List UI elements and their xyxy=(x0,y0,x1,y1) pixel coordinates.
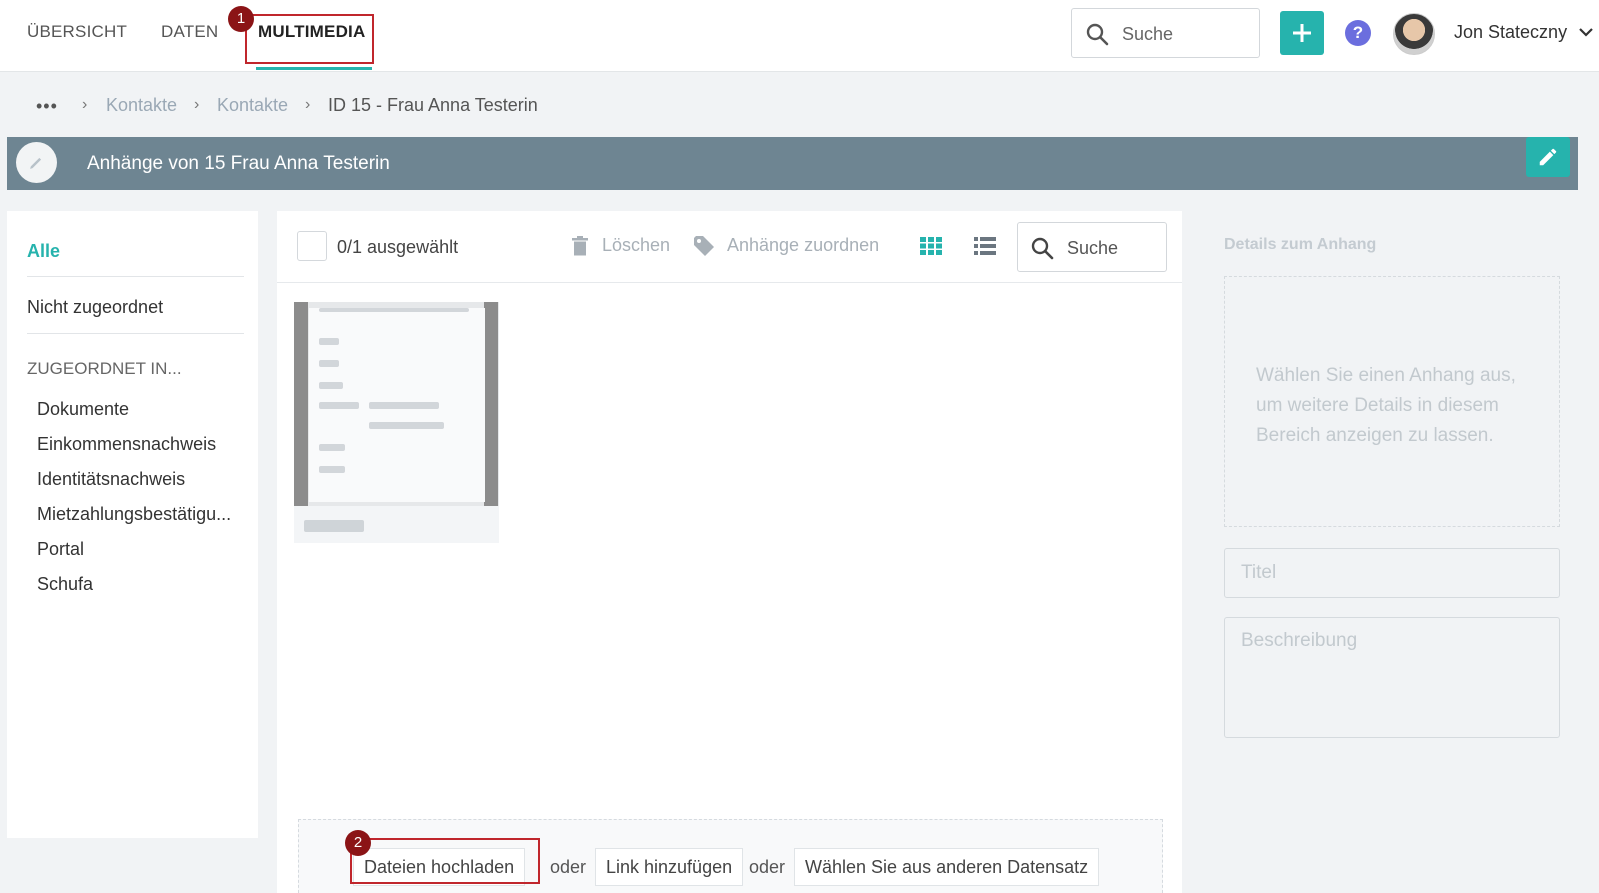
avatar[interactable] xyxy=(1393,13,1435,55)
list-view-icon[interactable] xyxy=(974,237,996,255)
blurred-text xyxy=(369,402,439,409)
preview-page xyxy=(309,308,485,502)
breadcrumb-item[interactable]: Kontakte xyxy=(106,95,177,116)
tab-uebersicht[interactable]: ÜBERSICHT xyxy=(27,22,127,42)
divider xyxy=(277,282,1182,283)
blurred-text xyxy=(369,422,444,429)
global-search-placeholder: Suche xyxy=(1122,24,1174,44)
pencil-icon xyxy=(1539,148,1557,166)
sidebar-item-category[interactable]: Mietzahlungsbestätigu... xyxy=(37,504,231,525)
preview-border xyxy=(484,302,498,506)
global-search-input[interactable]: Suche xyxy=(1071,8,1260,58)
trash-icon xyxy=(572,236,588,256)
record-header: Anhänge von 15 Frau Anna Testerin xyxy=(7,137,1578,190)
attachment-preview-image xyxy=(294,302,499,506)
sidebar-item-all[interactable]: Alle xyxy=(27,241,60,262)
sidebar-heading: ZUGEORDNET IN... xyxy=(27,359,182,378)
blurred-text xyxy=(319,402,359,409)
breadcrumb-separator-icon: › xyxy=(82,96,88,113)
attachment-thumbnail[interactable] xyxy=(294,302,499,543)
or-label: oder xyxy=(550,857,587,877)
title-field[interactable] xyxy=(1224,548,1560,598)
user-name[interactable]: Jon Stateczny xyxy=(1454,22,1567,43)
grid-view-icon[interactable] xyxy=(920,237,942,255)
search-icon xyxy=(1086,23,1109,46)
annotation-badge-2: 2 xyxy=(345,830,371,856)
record-icon xyxy=(16,142,57,183)
attachment-filename-blurred xyxy=(304,520,364,532)
blurred-text xyxy=(319,382,343,389)
divider xyxy=(27,333,244,334)
plus-icon xyxy=(1293,24,1311,42)
attachment-search-placeholder: Suche xyxy=(1067,238,1119,258)
annotation-highlight-1 xyxy=(245,14,374,64)
blurred-text xyxy=(319,308,469,312)
blurred-text xyxy=(319,338,339,345)
selection-count: 0/1 ausgewählt xyxy=(337,237,459,257)
breadcrumb-separator-icon: › xyxy=(305,96,311,113)
attachments-panel: 0/1 ausgewählt Löschen Anhänge zuordnen … xyxy=(277,211,1182,893)
select-all-checkbox[interactable] xyxy=(297,231,327,261)
preview-border xyxy=(294,302,308,506)
pencil-icon xyxy=(30,157,42,169)
tab-daten[interactable]: DATEN xyxy=(161,22,218,42)
annotation-badge-1: 1 xyxy=(228,6,254,32)
add-button[interactable] xyxy=(1280,11,1324,55)
search-icon xyxy=(1031,237,1054,260)
annotation-highlight-2 xyxy=(350,838,540,884)
blurred-text xyxy=(319,360,339,367)
assign-attachments-button[interactable]: Anhänge zuordnen xyxy=(727,235,879,256)
active-tab-indicator xyxy=(256,67,372,70)
upload-dropzone[interactable]: Dateien hochladen 2 oder Link hinzufügen… xyxy=(298,819,1163,893)
breadcrumb-more[interactable]: ••• xyxy=(36,96,58,117)
category-sidebar: Alle Nicht zugeordnet ZUGEORDNET IN... D… xyxy=(7,211,258,838)
breadcrumb-current: ID 15 - Frau Anna Testerin xyxy=(328,95,538,115)
help-icon[interactable]: ? xyxy=(1345,20,1371,46)
or-label: oder xyxy=(749,857,786,877)
edit-button[interactable] xyxy=(1526,137,1570,177)
attachment-search-input[interactable]: Suche xyxy=(1017,222,1167,272)
blurred-text xyxy=(319,466,345,473)
page-title: Anhänge von 15 Frau Anna Testerin xyxy=(87,153,390,174)
tag-icon xyxy=(694,236,714,256)
description-field[interactable] xyxy=(1224,617,1560,738)
breadcrumb-separator-icon: › xyxy=(194,96,200,113)
sidebar-item-unassigned[interactable]: Nicht zugeordnet xyxy=(27,297,163,318)
sidebar-item-category[interactable]: Dokumente xyxy=(37,399,129,420)
sidebar-item-category[interactable]: Schufa xyxy=(37,574,93,595)
chevron-down-icon[interactable] xyxy=(1578,26,1594,38)
sidebar-item-category[interactable]: Identitätsnachweis xyxy=(37,469,185,490)
blurred-text xyxy=(319,444,345,451)
details-title: Details zum Anhang xyxy=(1224,236,1377,253)
choose-from-other-record-button[interactable]: Wählen Sie aus anderen Datensatz xyxy=(794,848,1100,886)
add-link-button[interactable]: Link hinzufügen xyxy=(595,848,744,886)
delete-button[interactable]: Löschen xyxy=(602,235,670,256)
divider xyxy=(27,276,244,277)
sidebar-item-category[interactable]: Einkommensnachweis xyxy=(37,434,216,455)
details-empty-message: Wählen Sie einen Anhang aus, um weitere … xyxy=(1256,365,1516,446)
sidebar-item-category[interactable]: Portal xyxy=(37,539,84,560)
breadcrumb-item[interactable]: Kontakte xyxy=(217,95,288,116)
details-preview-area: Wählen Sie einen Anhang aus, um weitere … xyxy=(1224,276,1560,527)
top-navigation: ÜBERSICHT DATEN MULTIMEDIA 1 Suche ? Jon… xyxy=(0,0,1599,72)
